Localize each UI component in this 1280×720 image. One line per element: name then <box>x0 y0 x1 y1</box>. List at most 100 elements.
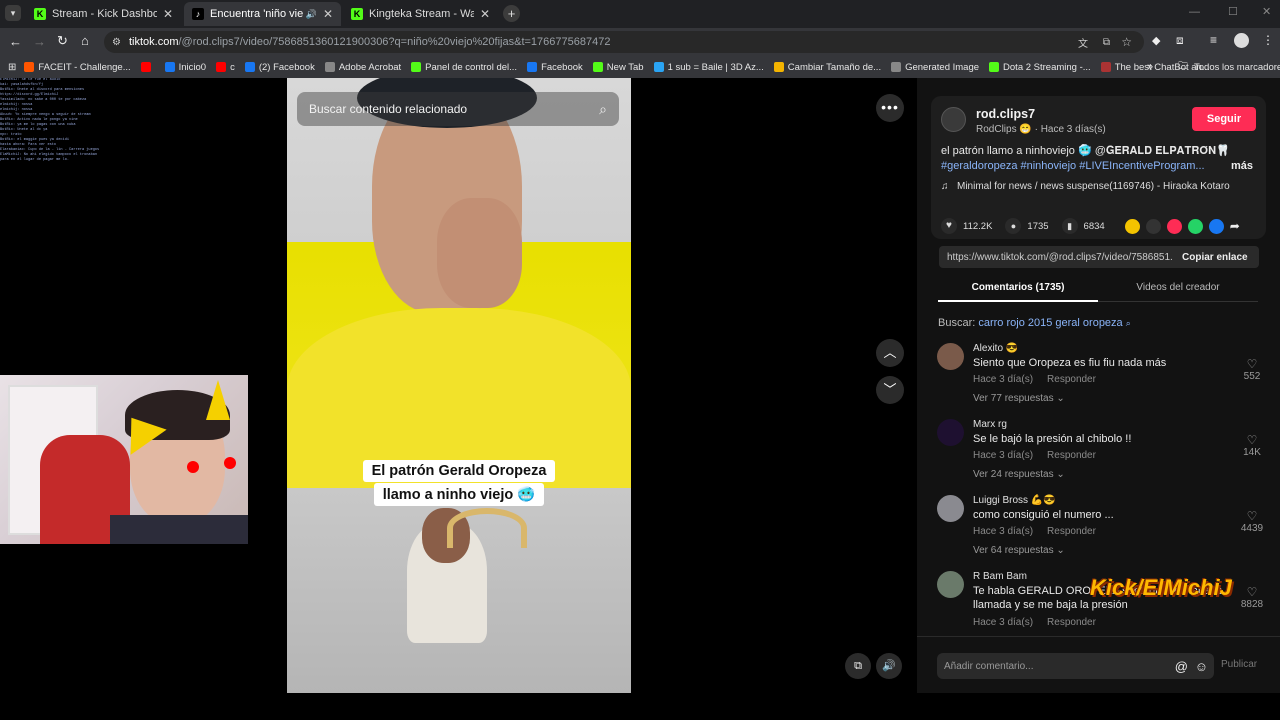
comment-like[interactable]: ♡ 14K <box>1237 433 1267 458</box>
reload-icon[interactable]: ↻ <box>57 33 68 49</box>
puzzle-icon[interactable]: ⧈ <box>1176 33 1184 48</box>
description-hashtags[interactable]: #geraldoropeza #ninhoviejo #LIVEIncentiv… <box>941 160 1205 172</box>
all-bookmarks[interactable]: Todos los marcadores <box>1194 62 1280 73</box>
bookmark-favicon-icon <box>527 62 538 72</box>
bookmark-label: Adobe Acrobat <box>338 61 402 73</box>
bookmark-item[interactable]: Facebook <box>527 62 583 73</box>
new-tab-button[interactable]: + <box>503 5 520 22</box>
post-button[interactable]: Publicar <box>1221 659 1257 670</box>
bookmark-item[interactable]: 1 sub = Baile | 3D Az... <box>653 62 764 73</box>
close-icon[interactable]: ✕ <box>163 7 173 21</box>
volume-button[interactable]: 🔊 <box>876 653 902 679</box>
profile-avatar[interactable] <box>1234 33 1249 48</box>
previous-video-button[interactable]: ︿ <box>876 339 904 367</box>
bookmark-item[interactable]: Generated Image <box>891 62 979 73</box>
speaker-icon[interactable]: 🔊 <box>306 9 317 20</box>
tab-kick-dashboard[interactable]: K Stream - Kick Dashboard ✕ <box>26 2 181 26</box>
view-replies-button[interactable]: Ver 64 respuestas ⌄ <box>973 545 1065 556</box>
bookmark-item[interactable]: Cambiar Tamaño de... <box>773 62 881 73</box>
bookmark-item[interactable] <box>140 62 155 72</box>
close-icon[interactable]: ✕ <box>323 7 333 21</box>
description-more[interactable]: más <box>1231 160 1253 172</box>
author-username[interactable]: rod.clips7 <box>976 107 1035 121</box>
comment-avatar[interactable] <box>937 495 964 522</box>
bookmark-item[interactable]: (2) Facebook <box>244 61 315 73</box>
search-icon[interactable]: ⌕ <box>599 101 607 118</box>
install-icon[interactable]: ⧉ <box>1103 37 1110 48</box>
tab-search-button[interactable]: ▾ <box>5 5 21 21</box>
comment-author[interactable]: Alexito 😎 <box>973 343 1018 354</box>
home-icon[interactable]: ⌂ <box>81 33 89 48</box>
facebook-icon[interactable] <box>1208 218 1224 234</box>
bookmark-item[interactable]: FACEIT - Challenge... <box>24 62 131 73</box>
video-link[interactable]: https://www.tiktok.com/@rod.clips7/video… <box>947 252 1172 263</box>
bookmark-label: (2) Facebook <box>258 61 315 73</box>
comment-like[interactable]: ♡ 8828 <box>1237 585 1267 610</box>
maximize-button[interactable]: ☐ <box>1228 5 1238 18</box>
bookmark-item[interactable]: Panel de control del... <box>411 62 517 73</box>
comment-input[interactable]: Añadir comentario... @ ☺ <box>937 653 1214 679</box>
apps-icon[interactable]: ⊞ <box>8 62 16 73</box>
translate-icon[interactable]: 文 <box>1078 35 1088 50</box>
view-replies-button[interactable]: Ver 24 respuestas ⌄ <box>973 469 1065 480</box>
comment-author[interactable]: Marx rg <box>973 419 1007 430</box>
window-close-button[interactable]: ✕ <box>1262 5 1271 18</box>
close-icon[interactable]: ✕ <box>480 7 490 21</box>
whatsapp-icon[interactable] <box>1187 218 1203 234</box>
heart-outline-icon: ♡ <box>1246 585 1258 599</box>
media-icon[interactable]: ≡ <box>1210 33 1217 47</box>
music-title[interactable]: Minimal for news / news suspense(1169746… <box>957 181 1230 192</box>
tab-comments[interactable]: Comentarios (1735) <box>938 276 1098 302</box>
tab-creator-videos[interactable]: Videos del creador <box>1098 276 1258 302</box>
reply-button[interactable]: Responder <box>1047 526 1096 537</box>
minimize-button[interactable]: — <box>1189 6 1200 18</box>
comment-like[interactable]: ♡ 552 <box>1237 357 1267 382</box>
share-icon[interactable]: ➦ <box>1230 219 1240 233</box>
comment-avatar[interactable] <box>937 419 964 446</box>
extension-icon[interactable]: ◆ <box>1152 34 1160 47</box>
pip-button[interactable]: ⧉ <box>845 653 871 679</box>
view-replies-button[interactable]: Ver 77 respuestas ⌄ <box>973 393 1065 404</box>
comment-avatar[interactable] <box>937 343 964 370</box>
reply-button[interactable]: Responder <box>1047 450 1096 461</box>
related-search-query[interactable]: carro rojo 2015 geral oropeza <box>978 317 1122 329</box>
address-bar[interactable]: ⚙ tiktok.com /@rod.clips7/video/75868513… <box>104 31 1144 53</box>
comment-author[interactable]: R Bam Bam <box>973 571 1027 582</box>
search-bar[interactable]: Buscar contenido relacionado ⌕ <box>297 92 619 126</box>
forward-icon[interactable]: → <box>33 34 46 49</box>
bookmark-item[interactable]: Adobe Acrobat <box>324 61 402 73</box>
reply-button[interactable]: Responder <box>1047 374 1096 385</box>
bookmarks-more[interactable]: » <box>1147 61 1153 73</box>
back-icon[interactable]: ← <box>9 34 22 49</box>
emoji-icon[interactable]: ☺ <box>1195 659 1208 674</box>
mention-icon[interactable]: @ <box>1175 659 1188 674</box>
embed-icon[interactable] <box>1145 218 1161 234</box>
comment-avatar[interactable] <box>937 571 964 598</box>
bookmark-item[interactable]: c <box>216 62 235 73</box>
stats-row: ♥ 112.2K ● 1735 ▮ 6834 ➦ <box>941 216 1271 236</box>
author-avatar[interactable] <box>941 107 966 132</box>
star-icon[interactable]: ☆ <box>1121 35 1132 49</box>
menu-icon[interactable]: ⋮ <box>1262 33 1274 47</box>
reply-button[interactable]: Responder <box>1047 617 1096 628</box>
comment-author[interactable]: Luiggi Bross 💪😎 <box>973 495 1056 506</box>
tab-kingteka-stream[interactable]: K Kingteka Stream - Watch Live o ✕ <box>343 2 498 26</box>
more-options-button[interactable]: ••• <box>876 94 904 122</box>
search-icon[interactable]: ⌕ <box>1126 318 1131 328</box>
heart-icon[interactable]: ♥ <box>941 218 957 234</box>
follow-button[interactable]: Seguir <box>1192 107 1256 131</box>
comment-icon[interactable]: ● <box>1005 218 1022 234</box>
tab-tiktok-search[interactable]: ♪ Encuentra 'niño viejo fijas' 🔊 ✕ <box>184 2 341 26</box>
bookmark-icon[interactable]: ▮ <box>1061 218 1078 234</box>
bookmark-item[interactable]: Inicio0 <box>164 62 206 73</box>
tab-title: Encuentra 'niño viejo fijas' <box>210 8 303 20</box>
comment-like[interactable]: ♡ 4439 <box>1237 509 1267 534</box>
send-icon[interactable] <box>1166 218 1182 234</box>
video-player[interactable]: Buscar contenido relacionado ⌕ El patrón… <box>287 78 631 693</box>
site-info-icon[interactable]: ⚙ <box>112 37 121 48</box>
coin-icon[interactable] <box>1124 218 1140 234</box>
next-video-button[interactable]: ﹀ <box>876 376 904 404</box>
copy-link-button[interactable]: Copiar enlace <box>1182 252 1248 263</box>
bookmark-item[interactable]: Dota 2 Streaming -... <box>989 62 1091 73</box>
bookmark-item[interactable]: New Tab <box>592 62 644 73</box>
